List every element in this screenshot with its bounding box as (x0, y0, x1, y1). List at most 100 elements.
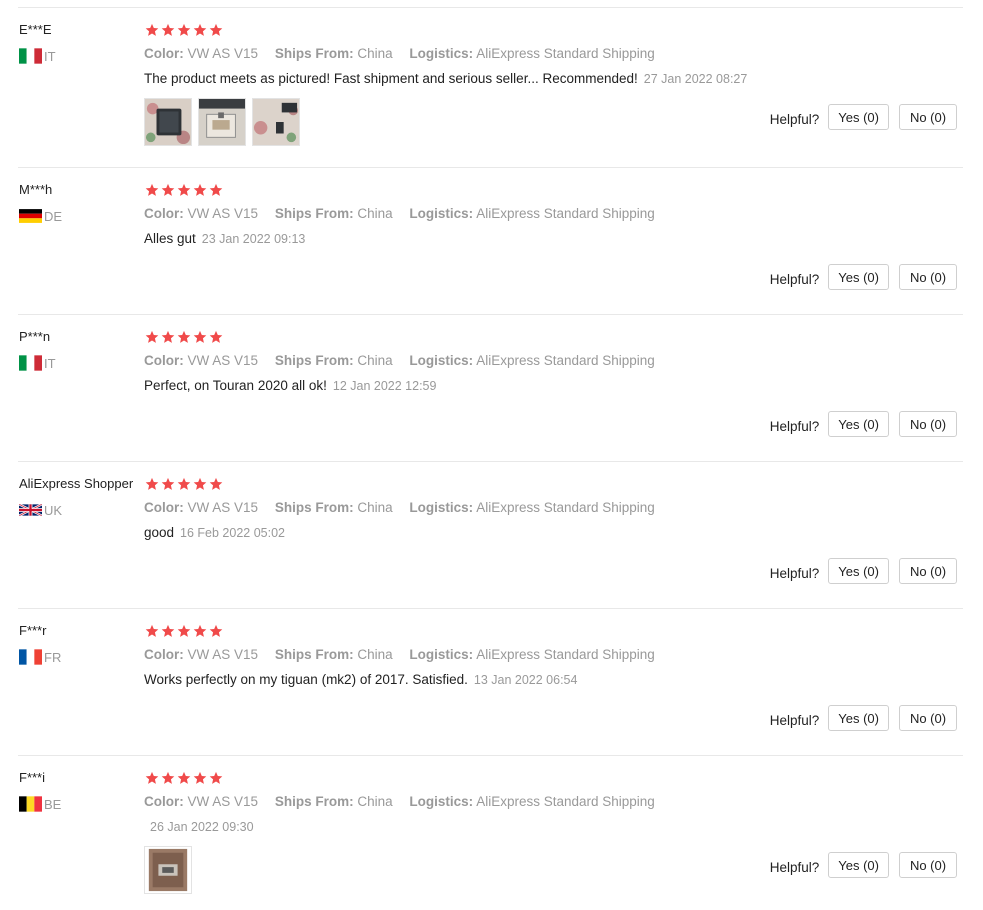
star-icon (193, 183, 207, 196)
helpful-votes: Helpful? Yes (0) No (0) (770, 852, 957, 878)
meta-logistics: Logistics: AliExpress Standard Shipping (409, 794, 655, 809)
review-content: good 16 Feb 2022 05:02 (144, 525, 285, 540)
helpful-no-button[interactable]: No (0) (899, 705, 957, 731)
review-photo-thumbnail[interactable] (252, 98, 300, 146)
reviewer-name: E***E (19, 22, 52, 37)
meta-color: Color: VW AS V15 (144, 206, 259, 221)
meta-ships-from: Ships From: China (274, 647, 393, 662)
review-date: 12 Jan 2022 12:59 (332, 379, 437, 393)
helpful-label: Helpful? (769, 418, 820, 434)
country-code: BE (44, 796, 62, 812)
helpful-votes: Helpful? Yes (0) No (0) (770, 411, 957, 437)
review-text: The product meets as pictured! Fast ship… (144, 71, 638, 86)
meta-logistics: Logistics: AliExpress Standard Shipping (409, 206, 655, 221)
star-icon (177, 771, 191, 784)
reviewer-name: AliExpress Shopper (19, 476, 134, 491)
meta-logistics: Logistics: AliExpress Standard Shipping (409, 46, 655, 61)
helpful-yes-button[interactable]: Yes (0) (828, 264, 889, 290)
meta-color: Color: VW AS V15 (144, 353, 259, 368)
helpful-yes-button[interactable]: Yes (0) (828, 411, 889, 437)
reviewer-country: DE (19, 208, 62, 224)
meta-ships-from: Ships From: China (274, 500, 393, 515)
country-code: FR (44, 649, 62, 665)
country-code: IT (44, 48, 56, 64)
helpful-votes: Helpful? Yes (0) No (0) (770, 264, 957, 290)
review-text: Alles gut (144, 231, 196, 246)
helpful-label: Helpful? (769, 565, 820, 581)
star-icon (161, 183, 175, 196)
order-meta: Color: VW AS V15 Ships From: China Logis… (144, 46, 668, 61)
italy-flag-icon (19, 48, 42, 64)
meta-logistics: Logistics: AliExpress Standard Shipping (409, 647, 655, 662)
helpful-no-button[interactable]: No (0) (899, 852, 957, 878)
review-item: M***h DE Color: VW AS V15 Ships From: Ch… (18, 168, 963, 315)
helpful-no-button[interactable]: No (0) (899, 411, 957, 437)
helpful-no-button[interactable]: No (0) (899, 104, 957, 130)
star-icon (161, 771, 175, 784)
helpful-no-button[interactable]: No (0) (899, 558, 957, 584)
helpful-label: Helpful? (769, 271, 820, 287)
star-icon (145, 330, 159, 343)
reviewer-country: IT (19, 48, 56, 64)
review-photo-thumbnail[interactable] (144, 98, 192, 146)
review-item: P***n IT Color: VW AS V15 Ships From: Ch… (18, 315, 963, 462)
helpful-votes: Helpful? Yes (0) No (0) (770, 558, 957, 584)
review-photo-thumbnail[interactable] (198, 98, 246, 146)
review-content: Alles gut 23 Jan 2022 09:13 (144, 231, 305, 246)
belgium-flag-icon (19, 796, 42, 812)
star-icon (177, 477, 191, 490)
star-icon (209, 771, 223, 784)
star-icon (209, 23, 223, 36)
star-icon (145, 477, 159, 490)
star-rating (145, 330, 223, 344)
star-icon (145, 183, 159, 196)
review-date: 23 Jan 2022 09:13 (201, 232, 306, 246)
star-icon (145, 23, 159, 36)
star-rating (145, 477, 223, 491)
reviewer-name: M***h (19, 182, 53, 197)
helpful-votes: Helpful? Yes (0) No (0) (770, 104, 957, 130)
star-icon (209, 624, 223, 637)
order-meta: Color: VW AS V15 Ships From: China Logis… (144, 647, 668, 662)
review-date: 13 Jan 2022 06:54 (473, 673, 578, 687)
reviewer-country: FR (19, 649, 61, 665)
helpful-label: Helpful? (769, 712, 820, 728)
star-icon (177, 624, 191, 637)
meta-color: Color: VW AS V15 (144, 647, 259, 662)
star-icon (177, 23, 191, 36)
star-icon (161, 477, 175, 490)
review-date: 16 Feb 2022 05:02 (180, 526, 285, 540)
france-flag-icon (19, 649, 42, 665)
order-meta: Color: VW AS V15 Ships From: China Logis… (144, 206, 668, 221)
review-photo-thumbnail[interactable] (144, 846, 192, 894)
helpful-yes-button[interactable]: Yes (0) (828, 558, 889, 584)
helpful-yes-button[interactable]: Yes (0) (828, 104, 889, 130)
star-icon (193, 771, 207, 784)
helpful-yes-button[interactable]: Yes (0) (828, 705, 889, 731)
helpful-no-button[interactable]: No (0) (899, 264, 957, 290)
review-text: Perfect, on Touran 2020 all ok! (144, 378, 327, 393)
order-meta: Color: VW AS V15 Ships From: China Logis… (144, 794, 668, 809)
order-meta: Color: VW AS V15 Ships From: China Logis… (144, 500, 668, 515)
star-icon (161, 330, 175, 343)
star-rating (145, 183, 223, 197)
order-meta: Color: VW AS V15 Ships From: China Logis… (144, 353, 668, 368)
star-icon (161, 23, 175, 36)
helpful-votes: Helpful? Yes (0) No (0) (770, 705, 957, 731)
review-photos (144, 98, 300, 146)
italy-flag-icon (19, 355, 42, 371)
meta-ships-from: Ships From: China (274, 353, 393, 368)
meta-logistics: Logistics: AliExpress Standard Shipping (409, 353, 655, 368)
star-icon (145, 771, 159, 784)
star-rating (145, 624, 223, 638)
review-date: 27 Jan 2022 08:27 (643, 72, 748, 86)
reviewer-name: F***i (19, 770, 46, 785)
star-icon (209, 183, 223, 196)
star-icon (193, 477, 207, 490)
review-item: E***E IT Color: VW AS V15 Ships From: Ch… (18, 8, 963, 168)
meta-color: Color: VW AS V15 (144, 46, 259, 61)
star-rating (145, 771, 223, 785)
star-icon (161, 624, 175, 637)
review-date: 26 Jan 2022 09:30 (150, 820, 254, 834)
helpful-yes-button[interactable]: Yes (0) (828, 852, 889, 878)
